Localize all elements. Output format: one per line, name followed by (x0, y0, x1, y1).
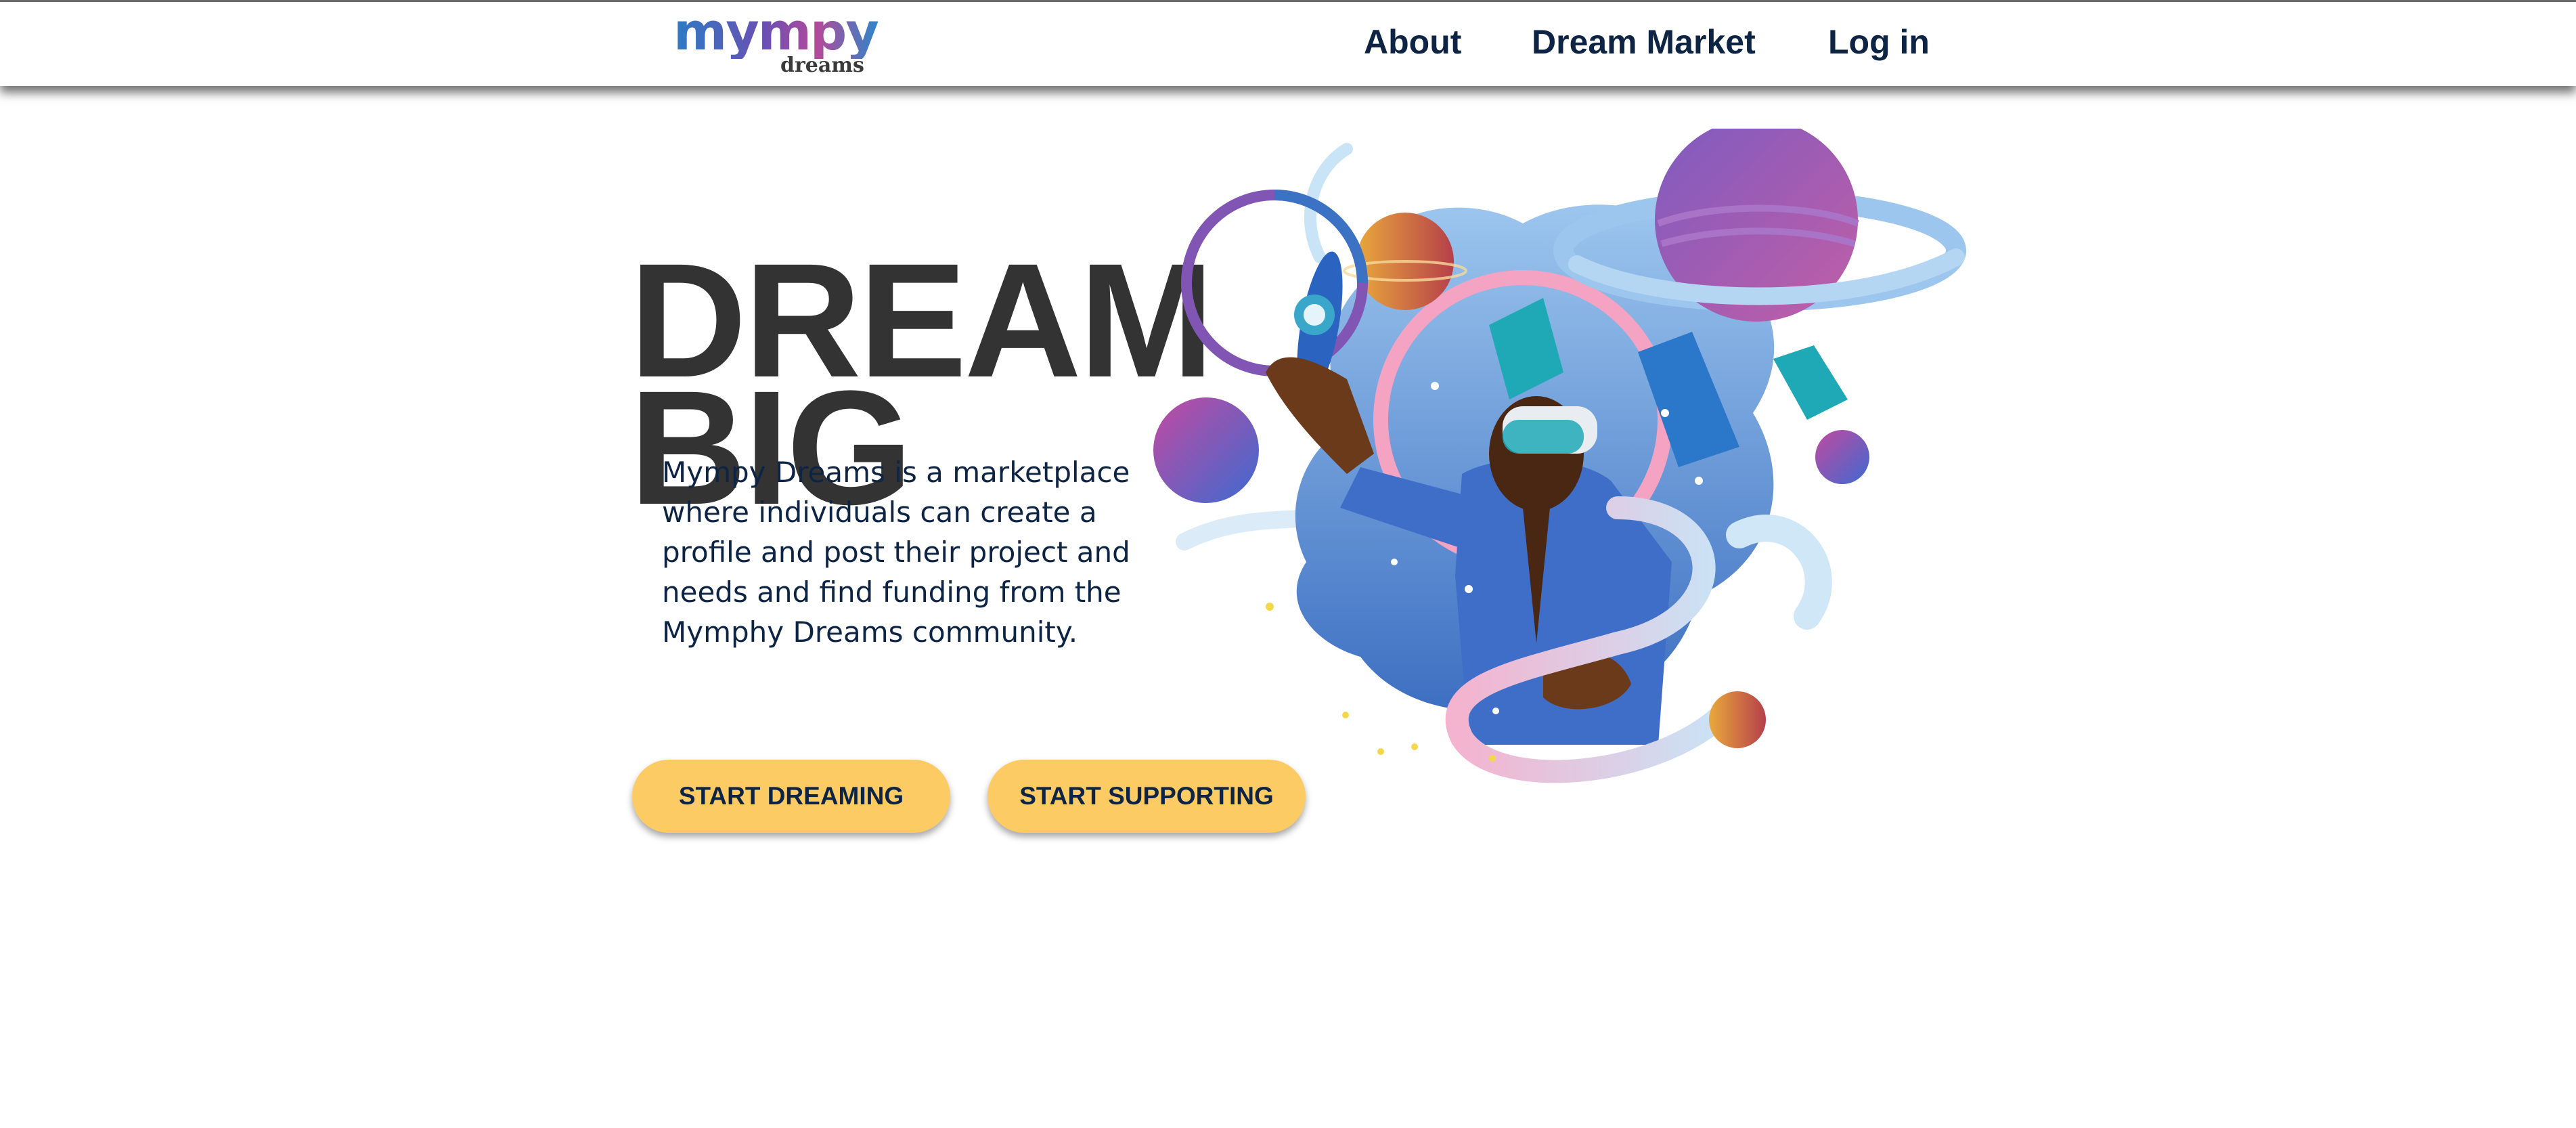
nav-dream-market-link[interactable]: Dream Market (1532, 22, 1756, 62)
logo-subtext: dreams (780, 53, 864, 77)
start-dreaming-button[interactable]: START DREAMING (632, 760, 950, 833)
mympy-dreams-logo[interactable]: mympy dreams (673, 5, 879, 79)
vr-dreamer-planets-illustration-icon (1153, 129, 1966, 783)
nav-about-link[interactable]: About (1364, 22, 1461, 62)
hero-description: Mympy Dreams is a marketplace where indi… (662, 456, 1130, 649)
nav-login-link[interactable]: Log in (1828, 22, 1930, 62)
top-navigation-bar: mympy dreams About Dream Market Log in (0, 0, 2576, 86)
logo-wordmark: mympy (673, 1, 879, 62)
